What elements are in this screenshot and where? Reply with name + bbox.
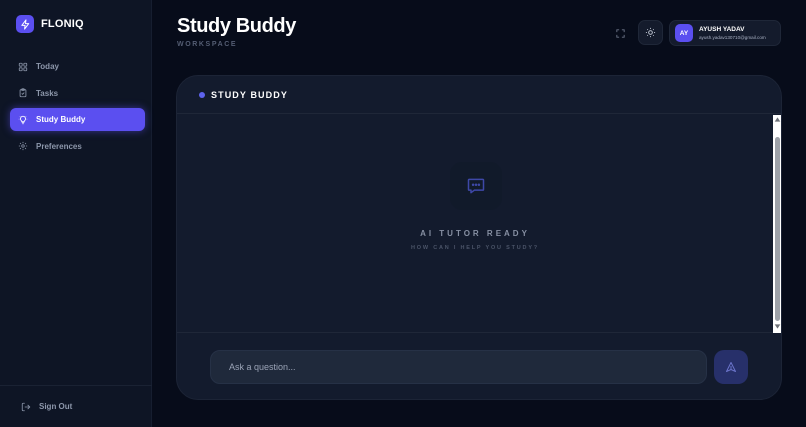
sidebar-item-label: Study Buddy [36, 115, 86, 124]
sidebar: FLONIQ Today Tasks Study Buddy Preferenc… [0, 0, 152, 427]
question-input[interactable] [210, 350, 707, 384]
status-dot [199, 91, 205, 98]
lightning-bolt-icon [16, 15, 34, 33]
gear-icon [18, 141, 28, 151]
page-subtitle: WORKSPACE [177, 41, 238, 48]
scroll-down-arrow-icon[interactable] [774, 323, 781, 330]
sign-out-label: Sign Out [39, 402, 73, 411]
theme-toggle-button[interactable] [638, 20, 663, 45]
chat-input-row [177, 334, 781, 399]
user-name: AYUSH YADAV [699, 26, 745, 33]
sidebar-item-today[interactable]: Today [10, 55, 145, 78]
sidebar-item-label: Today [36, 62, 59, 71]
expand-icon [615, 28, 625, 38]
user-info: AYUSH YADAV ayush.yadav130710@gmail.com [699, 25, 766, 41]
expand-button[interactable] [611, 24, 629, 42]
scrollbar-thumb[interactable] [775, 137, 780, 321]
user-profile[interactable]: AY AYUSH YADAV ayush.yadav130710@gmail.c… [669, 20, 781, 46]
sidebar-item-label: Preferences [36, 141, 82, 151]
chat-bubble-icon [450, 162, 502, 210]
chat-panel: STUDY BUDDY AI TUTOR READY HOW CAN I HEL… [176, 75, 782, 400]
chat-panel-header: STUDY BUDDY [177, 76, 781, 114]
sun-icon [645, 27, 656, 38]
chat-scrollbar[interactable] [773, 115, 781, 333]
logout-icon [21, 402, 31, 411]
user-email: ayush.yadav130710@gmail.com [699, 35, 766, 40]
sidebar-nav: Today Tasks Study Buddy Preferences [10, 55, 145, 161]
sidebar-item-preferences[interactable]: Preferences [10, 135, 145, 158]
send-button[interactable] [714, 350, 748, 384]
sign-out-button[interactable]: Sign Out [0, 385, 152, 427]
empty-state-subtitle: HOW CAN I HELP YOU STUDY? [411, 245, 539, 251]
sidebar-item-label: Tasks [36, 88, 59, 98]
sidebar-item-tasks[interactable]: Tasks [10, 82, 145, 105]
avatar: AY [675, 24, 693, 42]
brand-name: FLONIQ [41, 18, 84, 30]
scroll-up-arrow-icon[interactable] [774, 116, 781, 123]
empty-state-title: AI TUTOR READY [420, 229, 530, 238]
grid-icon [18, 62, 28, 71]
send-icon [726, 362, 736, 372]
page-title: Study Buddy [177, 15, 296, 37]
chat-panel-title: STUDY BUDDY [211, 89, 288, 100]
clipboard-icon [19, 88, 27, 98]
chat-messages: AI TUTOR READY HOW CAN I HELP YOU STUDY? [177, 115, 781, 333]
lightbulb-icon [18, 115, 28, 124]
sidebar-item-study-buddy[interactable]: Study Buddy [10, 108, 145, 131]
brand[interactable]: FLONIQ [16, 15, 84, 33]
